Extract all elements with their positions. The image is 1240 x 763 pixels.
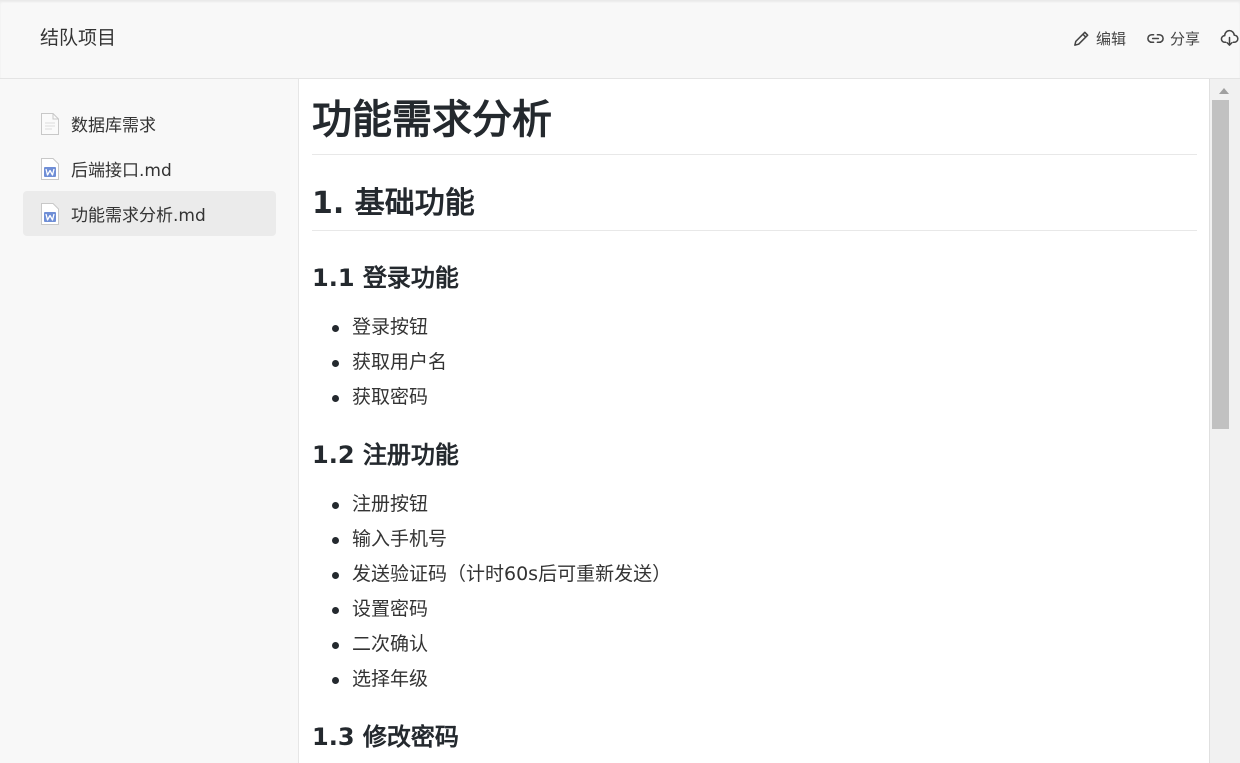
file-item-label: 后端接口.md: [71, 161, 172, 181]
list-item: 获取密码: [332, 380, 1197, 415]
cloud-download-icon: [1220, 29, 1239, 46]
list-item: 设置密码: [332, 592, 1197, 627]
subsection-heading-change-password: 1.3 修改密码: [312, 723, 459, 751]
section-heading-basic-features: 1. 基础功能: [312, 186, 1197, 231]
file-item-database-requirements[interactable]: 数据库需求: [23, 101, 276, 146]
edit-button[interactable]: 编辑: [1072, 28, 1126, 49]
document-icon: [41, 112, 59, 135]
list-item: 注册按钮: [332, 487, 1197, 522]
document-viewer[interactable]: 功能需求分析 1. 基础功能 1.1 登录功能 登录按钮 获取用户名 获取密码 …: [300, 79, 1209, 763]
edit-icon: [1074, 31, 1089, 46]
download-button[interactable]: [1220, 29, 1240, 48]
register-feature-list: 注册按钮 输入手机号 发送验证码（计时60s后可重新发送） 设置密码 二次确认 …: [312, 487, 1197, 697]
top-actions: 编辑 分享: [1072, 26, 1240, 50]
edit-button-label: 编辑: [1095, 29, 1126, 48]
list-item: 选择年级: [332, 662, 1197, 697]
top-bar: 结队项目 编辑 分享: [0, 0, 1240, 79]
file-item-functional-requirements[interactable]: 功能需求分析.md: [23, 191, 276, 236]
sidebar: 数据库需求 后端接口.md 功能需求分析.md: [0, 79, 299, 763]
share-button[interactable]: 分享: [1146, 28, 1200, 49]
list-item: 发送验证码（计时60s后可重新发送）: [332, 557, 1197, 592]
scroll-up-arrow-icon[interactable]: [1219, 88, 1229, 94]
document-title: 功能需求分析: [312, 79, 1197, 155]
file-item-label: 数据库需求: [71, 116, 156, 136]
file-item-label: 功能需求分析.md: [71, 206, 206, 226]
subsection-heading-register: 1.2 注册功能: [312, 441, 459, 469]
list-item: 登录按钮: [332, 310, 1197, 345]
share-button-label: 分享: [1169, 29, 1200, 48]
markdown-document: 功能需求分析 1. 基础功能 1.1 登录功能 登录按钮 获取用户名 获取密码 …: [312, 79, 1197, 752]
scrollbar-thumb[interactable]: [1212, 100, 1229, 429]
file-list: 数据库需求 后端接口.md 功能需求分析.md: [23, 101, 276, 236]
file-item-backend-api[interactable]: 后端接口.md: [23, 146, 276, 191]
word-document-icon: [41, 157, 59, 180]
project-title: 结队项目: [40, 27, 117, 49]
login-feature-list: 登录按钮 获取用户名 获取密码: [312, 310, 1197, 415]
link-icon: [1147, 33, 1164, 43]
word-document-icon: [41, 202, 59, 225]
list-item: 二次确认: [332, 627, 1197, 662]
list-item: 输入手机号: [332, 522, 1197, 557]
list-item: 获取用户名: [332, 345, 1197, 380]
subsection-heading-login: 1.1 登录功能: [312, 264, 459, 292]
vertical-scrollbar[interactable]: [1209, 79, 1240, 763]
